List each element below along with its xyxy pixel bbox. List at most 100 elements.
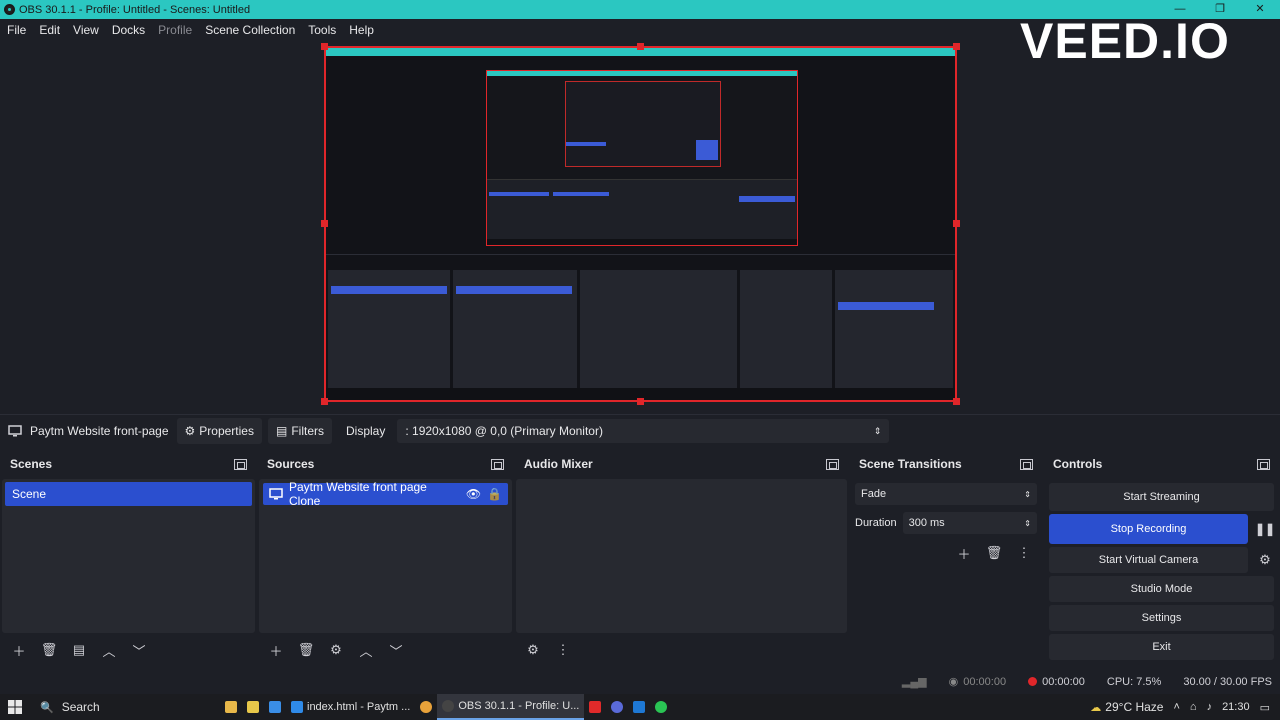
transition-select-value: Fade [861, 488, 887, 500]
filters-label: Filters [291, 424, 324, 438]
transform-handle[interactable] [637, 398, 644, 405]
selected-source-label: Paytm Website front-page [30, 424, 169, 438]
status-bar: ▂▄▆ ◉ 00:00:00 00:00:00 CPU: 7.5% 30.00 … [0, 669, 1280, 694]
scenes-title: Scenes [10, 457, 53, 471]
mail-icon[interactable] [264, 694, 286, 720]
browser-icon[interactable] [606, 694, 628, 720]
chrome-icon[interactable] [415, 694, 437, 720]
controls-title: Controls [1053, 457, 1103, 471]
scenes-footer: ＋ 🗑 ▤ ︿ ﹀ [2, 633, 255, 667]
taskbar-search[interactable]: 🔍 Search [30, 694, 220, 720]
properties-button[interactable]: ⚙ Properties [176, 418, 262, 444]
menu-file[interactable]: File [7, 23, 26, 37]
display-select[interactable]: : 1920x1080 @ 0,0 (Primary Monitor) ⇕ [397, 419, 890, 443]
youtube-icon[interactable] [584, 694, 606, 720]
gear-icon[interactable]: ⚙ [323, 637, 349, 663]
more-icon[interactable]: ⋮ [1011, 540, 1037, 566]
taskbar-clock[interactable]: 21:30 [1217, 694, 1255, 720]
docks-row: Scenes Scene ＋ 🗑 ▤ ︿ ﹀ Sources Paytm Web… [0, 451, 1280, 667]
controls-dock: Controls Start Streaming Stop Recording … [1045, 451, 1278, 667]
eye-icon[interactable]: 👁 [466, 487, 481, 501]
add-icon[interactable]: ＋ [951, 540, 977, 566]
taskbar-obs-label: OBS 30.1.1 - Profile: U... [458, 700, 580, 712]
notification-icon[interactable]: ▭ [1255, 694, 1280, 720]
advanced-audio-icon[interactable]: ⚙ [520, 637, 546, 663]
outlook-icon[interactable] [628, 694, 650, 720]
menu-scene-collection[interactable]: Scene Collection [205, 23, 295, 37]
spinner-arrows-icon[interactable]: ⇕ [1024, 519, 1031, 528]
windows-start-icon[interactable] [0, 694, 30, 720]
tray-chevron-icon[interactable]: ˄ [1168, 694, 1184, 720]
transform-handle[interactable] [953, 220, 960, 227]
transform-handle[interactable] [321, 398, 328, 405]
pause-icon[interactable]: ❚❚ [1252, 516, 1278, 542]
network-bars-icon: ▂▄▆ [901, 676, 927, 688]
sources-dock: Sources Paytm Website front page Clone 👁… [259, 451, 512, 667]
sources-footer: ＋ 🗑 ⚙ ︿ ﹀ [259, 633, 512, 667]
whatsapp-icon[interactable] [650, 694, 672, 720]
more-icon[interactable]: ⋮ [550, 637, 576, 663]
display-select-value: : 1920x1080 @ 0,0 (Primary Monitor) [405, 424, 603, 438]
menu-view[interactable]: View [73, 23, 99, 37]
stop-recording-button[interactable]: Stop Recording [1049, 514, 1248, 544]
arrow-down-icon[interactable]: ﹀ [126, 637, 152, 663]
menu-tools[interactable]: Tools [308, 23, 336, 37]
duration-value: 300 ms [908, 517, 945, 529]
scene-transitions-title: Scene Transitions [859, 457, 962, 471]
selected-source: Paytm Website front-page [0, 418, 177, 444]
transform-handle[interactable] [321, 220, 328, 227]
arrow-up-icon[interactable]: ︿ [96, 637, 122, 663]
menu-docks[interactable]: Docks [112, 23, 145, 37]
file-explorer-icon[interactable] [220, 694, 242, 720]
transform-handle[interactable] [953, 43, 960, 50]
transition-select[interactable]: Fade ⇕ [855, 483, 1037, 505]
filters-button[interactable]: ▤ Filters [267, 418, 332, 444]
network-icon[interactable]: ⌂ [1185, 694, 1202, 720]
menu-edit[interactable]: Edit [39, 23, 60, 37]
properties-label: Properties [199, 424, 254, 438]
transform-handle[interactable] [321, 43, 328, 50]
lock-icon[interactable]: 🔒 [487, 487, 502, 501]
gear-icon[interactable]: ⚙ [1252, 547, 1278, 573]
start-streaming-button[interactable]: Start Streaming [1049, 483, 1274, 511]
undock-icon[interactable] [1257, 458, 1270, 470]
sources-title: Sources [267, 457, 315, 471]
transform-handle[interactable] [637, 43, 644, 50]
trash-icon[interactable]: 🗑 [36, 637, 62, 663]
add-icon[interactable]: ＋ [263, 637, 289, 663]
arrow-up-icon[interactable]: ︿ [353, 637, 379, 663]
arrow-down-icon[interactable]: ﹀ [383, 637, 409, 663]
scene-transitions-dock: Scene Transitions Fade ⇕ Duration 300 ms… [851, 451, 1041, 667]
transform-handle[interactable] [953, 398, 960, 405]
store-icon[interactable] [242, 694, 264, 720]
undock-icon[interactable] [826, 458, 839, 470]
preview-canvas[interactable] [324, 46, 957, 402]
undock-icon[interactable] [234, 458, 247, 470]
weather-widget[interactable]: ☁ 29°C Haze [1085, 694, 1168, 720]
studio-mode-button[interactable]: Studio Mode [1049, 576, 1274, 602]
trash-icon[interactable]: 🗑 [293, 637, 319, 663]
add-icon[interactable]: ＋ [6, 637, 32, 663]
undock-icon[interactable] [491, 458, 504, 470]
source-item[interactable]: Paytm Website front page Clone 👁 🔒 [263, 480, 508, 508]
menu-profile[interactable]: Profile [158, 23, 192, 37]
trash-icon[interactable]: 🗑 [981, 540, 1007, 566]
menu-help[interactable]: Help [349, 23, 374, 37]
stream-icon: ◉ [948, 676, 959, 688]
volume-icon[interactable]: ♪ [1202, 694, 1218, 720]
filter-icon[interactable]: ▤ [66, 637, 92, 663]
exit-button[interactable]: Exit [1049, 634, 1274, 660]
taskbar-vscode[interactable]: index.html - Paytm ... [286, 694, 415, 720]
display-label: Display [346, 424, 386, 438]
taskbar-obs[interactable]: OBS 30.1.1 - Profile: U... [437, 694, 585, 720]
veed-watermark: VEED.IO [1020, 13, 1230, 69]
start-virtual-camera-button[interactable]: Start Virtual Camera [1049, 547, 1248, 573]
settings-button[interactable]: Settings [1049, 605, 1274, 631]
close-button[interactable]: ✕ [1240, 0, 1280, 19]
record-time: 00:00:00 [1042, 675, 1085, 688]
undock-icon[interactable] [1020, 458, 1033, 470]
sources-list: Paytm Website front page Clone 👁 🔒 [259, 479, 512, 633]
scenes-dock: Scenes Scene ＋ 🗑 ▤ ︿ ﹀ [2, 451, 255, 667]
scene-item[interactable]: Scene [5, 482, 252, 506]
duration-spinbox[interactable]: 300 ms ⇕ [902, 512, 1037, 534]
